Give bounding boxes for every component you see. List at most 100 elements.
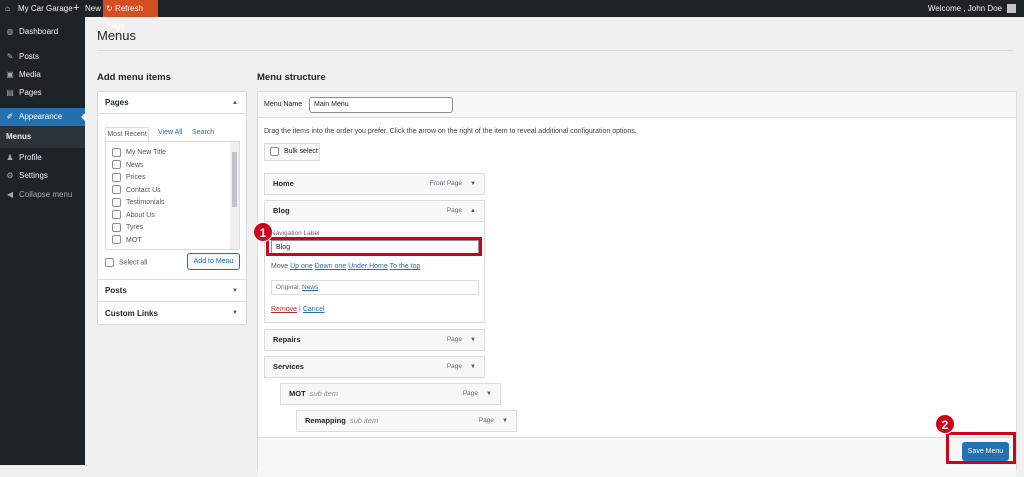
sidebar-item-dashboard[interactable]: ◍ Dashboard	[0, 23, 85, 41]
list-item[interactable]: About Us	[112, 210, 239, 223]
tab-most-recent[interactable]: Most Recent	[105, 127, 149, 141]
refresh-label: Refresh Page	[106, 4, 143, 30]
home-icon: ⌂	[5, 4, 10, 13]
item-type: Page	[446, 207, 462, 214]
tab-search[interactable]: Search	[192, 129, 214, 136]
welcome-text[interactable]: Welcome , John Doe	[928, 0, 1002, 17]
add-to-menu-button[interactable]: Add to Menu	[187, 253, 240, 270]
sidebar-item-profile[interactable]: ♟ Profile	[0, 149, 85, 167]
menu-name-input[interactable]: Main Menu	[309, 97, 453, 113]
checkbox[interactable]	[105, 258, 114, 267]
original-news-link[interactable]: News	[302, 284, 318, 291]
chevron-down-icon: ▼	[232, 288, 238, 294]
item-type: Page	[446, 336, 462, 343]
chevron-down-icon[interactable]: ▼	[502, 411, 508, 431]
menu-item-remapping[interactable]: Remapping sub item Page ▼	[296, 410, 517, 432]
chevron-down-icon[interactable]: ▼	[470, 330, 476, 350]
chevron-down-icon[interactable]: ▼	[470, 357, 476, 377]
label: Dashboard	[19, 27, 59, 36]
item-type: Page	[446, 363, 462, 370]
page-title: Menus	[97, 28, 137, 43]
move-links: Move Up one Down one Under Home To the t…	[271, 263, 420, 270]
menu-item-repairs[interactable]: Repairs Page ▼	[264, 329, 485, 351]
media-icon: ▣	[6, 70, 14, 79]
pages-section-header[interactable]: Pages ▲	[98, 92, 246, 114]
list-item[interactable]: Prices	[112, 172, 239, 185]
remove-link[interactable]: Remove	[271, 306, 297, 313]
item-title: MOT	[289, 389, 306, 398]
custom-links-section-header[interactable]: Custom Links ▼	[98, 301, 246, 324]
move-down-one-link[interactable]: Down one	[315, 263, 347, 270]
sidebar-item-menus[interactable]: Menus	[0, 126, 85, 148]
gear-icon: ⚙	[6, 171, 14, 180]
menu-item-blog[interactable]: Blog Page ▲	[264, 200, 485, 222]
checkbox[interactable]	[112, 160, 121, 170]
checkbox[interactable]	[112, 235, 121, 245]
menu-item-services[interactable]: Services Page ▼	[264, 356, 485, 378]
list-item[interactable]: My New Title	[112, 147, 239, 160]
item-type: Front Page	[429, 180, 462, 187]
select-all-label: Select all	[119, 259, 148, 267]
item-title: Home	[273, 179, 294, 188]
label: Pages	[19, 88, 42, 97]
chevron-down-icon[interactable]: ▼	[470, 174, 476, 194]
label: Media	[19, 70, 41, 79]
posts-section-header[interactable]: Posts ▼	[98, 279, 246, 301]
select-all-checkbox[interactable]: Select all	[105, 258, 147, 267]
checkbox[interactable]	[112, 210, 121, 220]
item-actions: Remove | Cancel	[271, 306, 325, 313]
sidebar-item-posts[interactable]: ✎ Posts	[0, 48, 85, 66]
bulk-select-button[interactable]: Bulk select	[264, 143, 320, 161]
item-title: Services	[273, 362, 304, 371]
plus-icon: +	[73, 2, 80, 14]
pages-icon: ▤	[6, 88, 14, 97]
page-label: Prices	[126, 174, 146, 181]
admin-bar: ⌂ My Car Garage + New ↻ Refresh Page Wel…	[0, 0, 1024, 30]
checkbox[interactable]	[112, 197, 121, 207]
original-info: Original: News	[271, 280, 479, 295]
list-item[interactable]: Testimonials	[112, 197, 239, 210]
refresh-page-button[interactable]: ↻ Refresh Page	[103, 0, 158, 30]
site-name-link[interactable]: My Car Garage	[18, 0, 73, 17]
cancel-link[interactable]: Cancel	[303, 306, 325, 313]
item-type: Page	[462, 390, 478, 397]
sidebar-item-settings[interactable]: ⚙ Settings	[0, 167, 85, 185]
avatar[interactable]	[1007, 4, 1016, 13]
highlight-save-button	[946, 432, 1016, 464]
new-link[interactable]: New	[85, 0, 101, 17]
move-under-home-link[interactable]: Under Home	[348, 263, 388, 270]
tab-view-all[interactable]: View All	[158, 129, 182, 136]
list-item[interactable]: News	[112, 160, 239, 173]
label: Posts	[19, 52, 40, 61]
sidebar-item-pages[interactable]: ▤ Pages	[0, 84, 85, 102]
menu-name-row: Menu Name Main Menu	[258, 92, 1016, 118]
checkbox[interactable]	[112, 147, 121, 157]
chevron-down-icon[interactable]: ▼	[486, 384, 492, 404]
scrollbar[interactable]	[230, 142, 239, 249]
checkbox[interactable]	[270, 146, 279, 156]
brush-icon: ✐	[6, 112, 14, 121]
menu-item-mot[interactable]: MOT sub item Page ▼	[280, 383, 501, 405]
menu-footer	[258, 437, 1016, 477]
original-label: Original:	[276, 284, 301, 291]
chevron-up-icon[interactable]: ▲	[470, 201, 476, 221]
move-to-top-link[interactable]: To the top	[390, 263, 421, 270]
list-item[interactable]: MOT	[112, 235, 239, 248]
page-label: About Us	[126, 211, 155, 219]
page-label: Contact Us	[126, 186, 161, 194]
list-item[interactable]: Tyres	[112, 222, 239, 235]
checkbox[interactable]	[112, 172, 121, 182]
checkbox[interactable]	[112, 185, 121, 195]
page-label: My New Title	[126, 149, 167, 156]
page-label: Tyres	[126, 224, 144, 231]
list-item[interactable]: Contact Us	[112, 185, 239, 198]
chevron-down-icon: ▼	[232, 310, 238, 316]
sidebar-item-appearance[interactable]: ✐ Appearance	[0, 108, 85, 126]
move-up-one-link[interactable]: Up one	[290, 263, 313, 270]
pages-title: Pages	[105, 98, 129, 107]
collapse-menu-button[interactable]: ◀ Collapse menu	[0, 186, 85, 204]
menu-item-home[interactable]: Home Front Page ▼	[264, 173, 485, 195]
checkbox[interactable]	[112, 222, 121, 232]
item-title: Blog	[273, 206, 290, 215]
sidebar-item-media[interactable]: ▣ Media	[0, 66, 85, 84]
